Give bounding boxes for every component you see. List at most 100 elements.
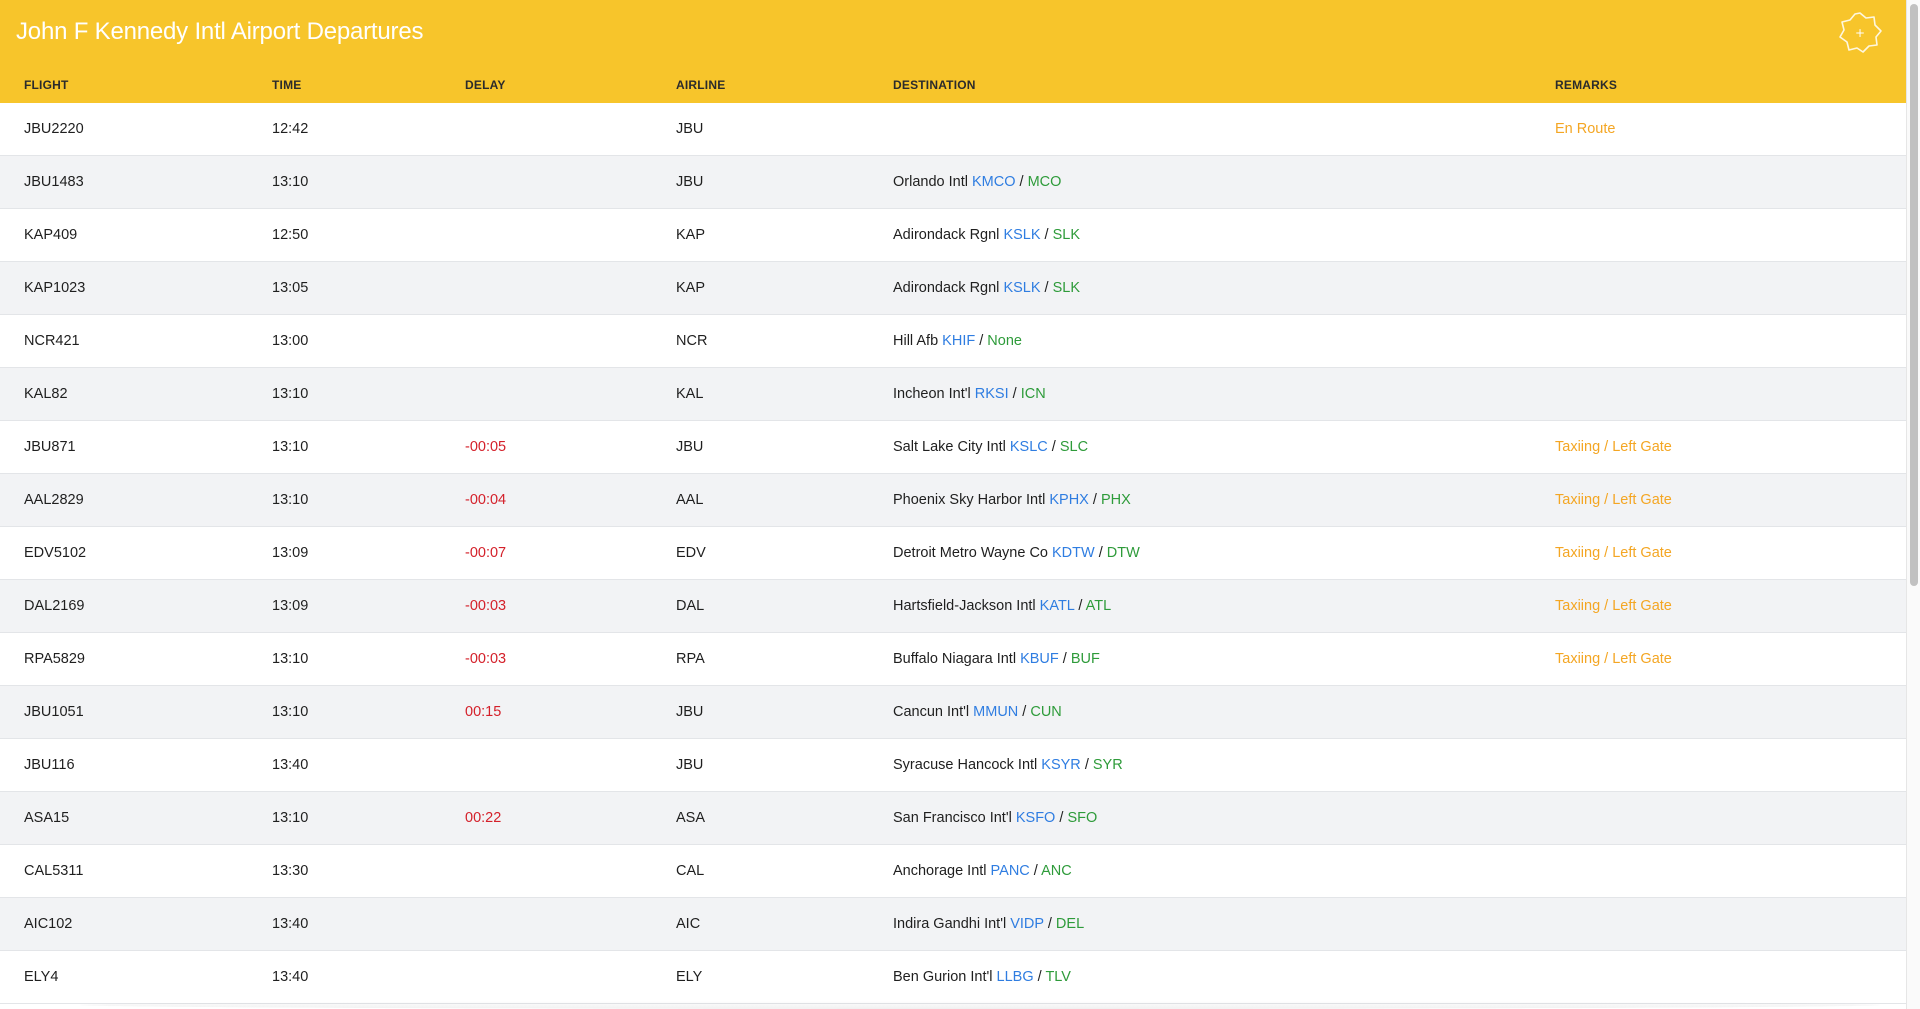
flight-number: JBU2220 <box>24 121 84 137</box>
destination-name: Buffalo Niagara Intl <box>893 651 1017 667</box>
destination-cell: Ben Gurion Int'l LLBG / TLV <box>893 969 1071 985</box>
table-row[interactable]: AIC102 13:40 AIC Indira Gandhi Int'l VIDP /… <box>0 898 1906 951</box>
destination-iata-link[interactable]: SLK <box>1053 227 1080 243</box>
column-header-destination: DESTINATION <box>893 78 976 92</box>
airline-code: DAL <box>676 598 705 614</box>
destination-icao-link[interactable]: KBUF <box>1020 651 1059 667</box>
departure-time: 12:50 <box>272 227 309 243</box>
destination-iata-link[interactable]: DTW <box>1107 545 1140 561</box>
destination-cell: Phoenix Sky Harbor Intl KPHX / PHX <box>893 492 1131 508</box>
table-row[interactable]: ASA15 13:10 00:22 ASA San Francisco Int'l KS… <box>0 792 1906 845</box>
table-row[interactable]: KAP1023 13:05 KAP Adirondack Rgnl KSLK / SL… <box>0 262 1906 315</box>
table-row[interactable]: RPA5829 13:10 -00:03 RPA Buffalo Niagara Int… <box>0 633 1906 686</box>
destination-icao-link[interactable]: KDTW <box>1052 545 1095 561</box>
destination-icao-link[interactable]: LLBG <box>997 969 1034 985</box>
destination-iata-link[interactable]: DEL <box>1056 916 1084 932</box>
header-bar: John F Kennedy Intl Airport Departures +… <box>0 0 1906 103</box>
departure-time: 13:40 <box>272 916 309 932</box>
table-row[interactable]: EDV5102 13:09 -00:07 EDV Detroit Metro Wayne… <box>0 527 1906 580</box>
destination-name: Phoenix Sky Harbor Intl <box>893 492 1046 508</box>
svg-text:+: + <box>1855 26 1865 40</box>
destination-name: Orlando Intl <box>893 174 968 190</box>
table-row[interactable]: NCR421 13:00 NCR Hill Afb KHIF / None <box>0 315 1906 368</box>
table-row[interactable]: JBU871 13:10 -00:05 JBU Salt Lake City Intl … <box>0 421 1906 474</box>
delay-value: 00:22 <box>465 810 502 826</box>
flight-number: EDV5102 <box>24 545 87 561</box>
destination-name: Syracuse Hancock Intl <box>893 757 1038 773</box>
destination-icao-link[interactable]: MMUN <box>973 704 1018 720</box>
remarks-status: Taxiing / Left Gate <box>1555 492 1672 508</box>
destination-cell: Adirondack Rgnl KSLK / SLK <box>893 227 1081 243</box>
destination-icao-link[interactable]: KSLC <box>1010 439 1048 455</box>
table-row[interactable]: CAL5311 13:30 CAL Anchorage Intl PANC / ANC <box>0 845 1906 898</box>
destination-iata-link[interactable]: ANC <box>1041 863 1072 879</box>
destination-iata-link[interactable]: ICN <box>1021 386 1046 402</box>
delay-value: -00:07 <box>465 545 507 561</box>
destination-icao-link[interactable]: KATL <box>1040 598 1075 614</box>
destination-iata-link[interactable]: MCO <box>1028 174 1062 190</box>
departure-time: 13:09 <box>272 545 309 561</box>
destination-iata-link[interactable]: SFO <box>1067 810 1097 826</box>
destination-iata-link[interactable]: BUF <box>1071 651 1100 667</box>
destination-iata-link[interactable]: TLV <box>1045 969 1071 985</box>
destination-name: Hartsfield-Jackson Intl <box>893 598 1036 614</box>
table-row[interactable]: ELY4 13:40 ELY Ben Gurion Int'l LLBG / TLV <box>0 951 1906 1004</box>
destination-cell: Hill Afb KHIF / None <box>893 333 1022 349</box>
table-row[interactable]: KAP409 12:50 KAP Adirondack Rgnl KSLK / SLK <box>0 209 1906 262</box>
destination-cell: Indira Gandhi Int'l VIDP / DEL <box>893 916 1085 932</box>
table-row[interactable]: JBU1051 13:10 00:15 JBU Cancun Int'l MMUN / … <box>0 686 1906 739</box>
airline-code: JBU <box>676 174 704 190</box>
destination-iata-link[interactable]: CUN <box>1030 704 1061 720</box>
column-header-remarks: REMARKS <box>1555 78 1618 92</box>
airline-code: RPA <box>676 651 705 667</box>
flight-number: JBU116 <box>24 757 75 773</box>
flight-number: JBU871 <box>24 439 76 455</box>
destination-cell: Syracuse Hancock Intl KSYR / SYR <box>893 757 1123 773</box>
scrollbar-thumb[interactable] <box>1910 4 1918 586</box>
destination-iata-link[interactable]: SYR <box>1093 757 1123 773</box>
flight-number: KAL82 <box>24 386 68 402</box>
destination-iata-link[interactable]: PHX <box>1101 492 1131 508</box>
table-row[interactable]: AAL2829 13:10 -00:04 AAL Phoenix Sky Harbor … <box>0 474 1906 527</box>
settings-button[interactable]: + <box>1836 10 1884 56</box>
destination-icao-link[interactable]: KPHX <box>1049 492 1089 508</box>
destination-icao-link[interactable]: KSYR <box>1041 757 1081 773</box>
destination-icao-link[interactable]: KMCO <box>972 174 1016 190</box>
departure-time: 13:10 <box>272 439 309 455</box>
flight-number: KAP409 <box>24 227 78 243</box>
airline-code: ELY <box>676 969 703 985</box>
vertical-scrollbar[interactable] <box>1906 0 1920 1009</box>
table-row[interactable]: JBU2220 12:42 JBU En Route <box>0 103 1906 156</box>
destination-iata-link[interactable]: None <box>987 333 1022 349</box>
destination-icao-link[interactable]: VIDP <box>1010 916 1044 932</box>
airline-code: KAP <box>676 280 706 296</box>
destination-icao-link[interactable]: KSLK <box>1003 280 1040 296</box>
destination-cell: Salt Lake City Intl KSLC / SLC <box>893 439 1089 455</box>
destination-icao-link[interactable]: PANC <box>991 863 1030 879</box>
destination-name: Hill Afb <box>893 333 939 349</box>
destination-iata-link[interactable]: SLC <box>1060 439 1088 455</box>
destination-icao-link[interactable]: KSFO <box>1016 810 1055 826</box>
departure-time: 13:40 <box>272 757 309 773</box>
destination-name: Adirondack Rgnl <box>893 280 1000 296</box>
destination-name: Detroit Metro Wayne Co <box>893 545 1048 561</box>
destination-name: Incheon Int'l <box>893 386 971 402</box>
bottom-fade <box>80 1001 1880 1009</box>
table-row[interactable]: KAL82 13:10 KAL Incheon Int'l RKSI / ICN <box>0 368 1906 421</box>
airline-code: CAL <box>676 863 705 879</box>
destination-cell: Incheon Int'l RKSI / ICN <box>893 386 1046 402</box>
departures-board: John F Kennedy Intl Airport Departures +… <box>0 0 1920 1009</box>
delay-value: -00:05 <box>465 439 507 455</box>
airline-code: JBU <box>676 439 704 455</box>
destination-icao-link[interactable]: KHIF <box>942 333 975 349</box>
destination-icao-link[interactable]: RKSI <box>975 386 1009 402</box>
destination-icao-link[interactable]: KSLK <box>1003 227 1040 243</box>
table-row[interactable]: DAL2169 13:09 -00:03 DAL Hartsfield-Jackson … <box>0 580 1906 633</box>
airline-code: AIC <box>676 916 701 932</box>
destination-iata-link[interactable]: ATL <box>1086 598 1112 614</box>
table-row[interactable]: JBU116 13:40 JBU Syracuse Hancock Intl KSYR… <box>0 739 1906 792</box>
delay-value: -00:04 <box>465 492 507 508</box>
destination-cell: Anchorage Intl PANC / ANC <box>893 863 1072 879</box>
table-row[interactable]: JBU1483 13:10 JBU Orlando Intl KMCO / MCO <box>0 156 1906 209</box>
destination-iata-link[interactable]: SLK <box>1053 280 1080 296</box>
